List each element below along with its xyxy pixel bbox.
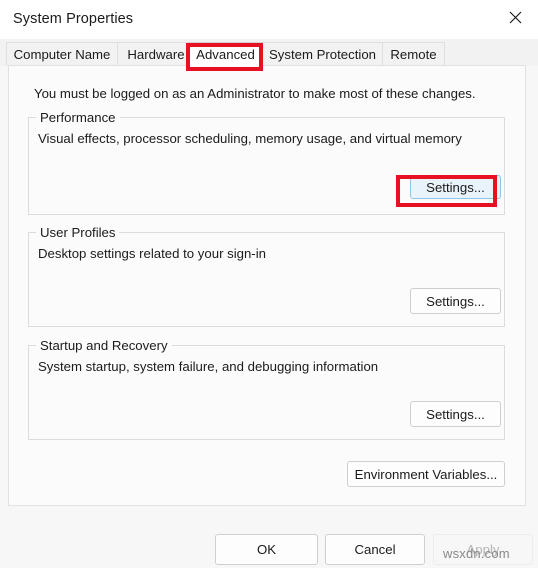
tab-label: Hardware — [127, 47, 185, 62]
user-profiles-group-description: Desktop settings related to your sign-in — [38, 246, 266, 261]
administrator-note: You must be logged on as an Administrato… — [34, 86, 476, 101]
performance-group-legend: Performance — [36, 110, 120, 125]
performance-group-description: Visual effects, processor scheduling, me… — [38, 131, 462, 146]
advanced-tab-panel: You must be logged on as an Administrato… — [8, 65, 526, 506]
startup-recovery-group: Startup and Recovery System startup, sys… — [28, 338, 505, 440]
button-label: OK — [256, 542, 277, 557]
system-properties-dialog: System Properties Computer Name Hardware… — [0, 0, 538, 568]
window-title: System Properties — [13, 11, 134, 27]
user-profiles-settings-button[interactable]: Settings... — [410, 288, 501, 314]
user-profiles-group: User Profiles Desktop settings related t… — [28, 225, 505, 327]
cancel-button[interactable]: Cancel — [325, 534, 425, 565]
tab-label: Advanced — [196, 46, 255, 62]
title-bar: System Properties — [0, 0, 538, 40]
button-label: Environment Variables... — [354, 466, 498, 482]
tab-label: System Protection — [268, 47, 376, 62]
performance-settings-button[interactable]: Settings... — [410, 175, 501, 199]
startup-recovery-group-description: System startup, system failure, and debu… — [38, 359, 379, 374]
tab-remote[interactable]: Remote — [382, 42, 445, 66]
tab-label: Remote — [390, 47, 437, 62]
tab-strip: Computer Name Hardware Advanced System P… — [0, 39, 538, 66]
close-button[interactable] — [492, 0, 538, 34]
tab-advanced[interactable]: Advanced — [188, 42, 263, 66]
button-label: Settings... — [426, 179, 485, 195]
user-profiles-group-legend: User Profiles — [36, 225, 120, 240]
performance-group: Performance Visual effects, processor sc… — [28, 110, 505, 215]
tab-label: Computer Name — [13, 47, 111, 62]
button-label: Cancel — [354, 542, 396, 557]
environment-variables-button[interactable]: Environment Variables... — [347, 461, 505, 487]
startup-recovery-group-legend: Startup and Recovery — [36, 338, 172, 353]
close-icon — [509, 11, 522, 24]
button-label: Settings... — [426, 406, 485, 422]
tab-computer-name[interactable]: Computer Name — [6, 42, 118, 66]
button-label: Settings... — [426, 293, 485, 309]
tab-system-protection[interactable]: System Protection — [262, 42, 383, 66]
tab-hardware[interactable]: Hardware — [117, 42, 195, 66]
startup-recovery-settings-button[interactable]: Settings... — [410, 401, 501, 427]
site-watermark: wsxdn.com — [443, 546, 510, 561]
ok-button[interactable]: OK — [215, 534, 318, 565]
